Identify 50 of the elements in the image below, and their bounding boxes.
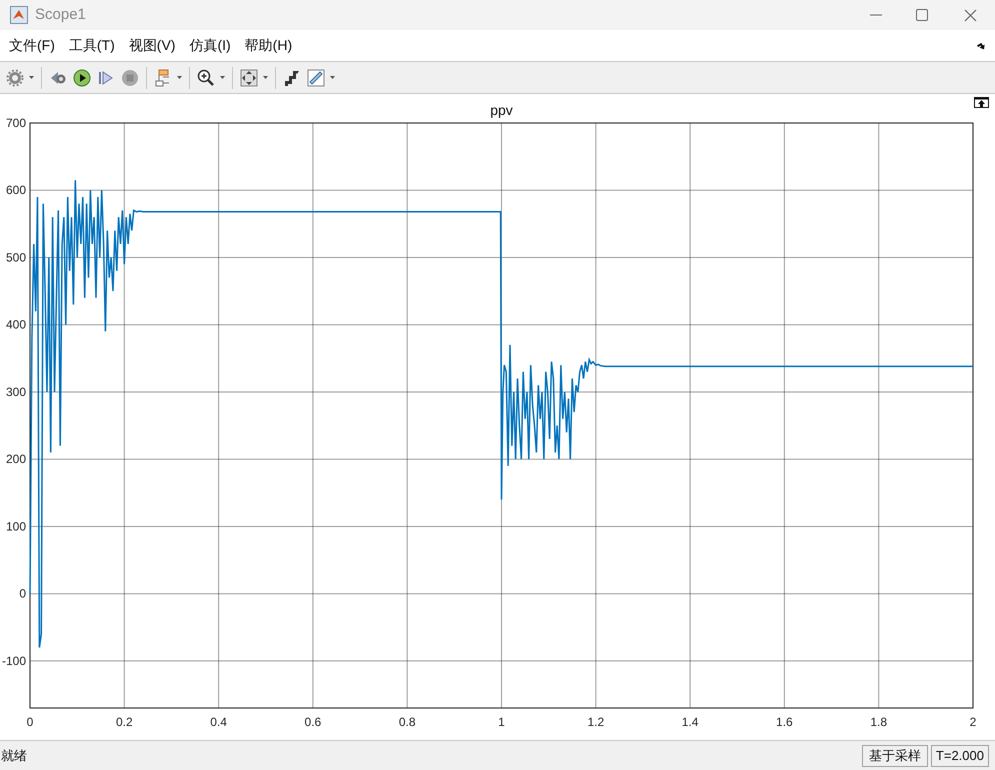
menu-item[interactable]: 仿真(I) [182, 35, 238, 56]
zoom-in-icon [197, 68, 215, 86]
y-tick-label: 200 [6, 452, 26, 466]
ruler-icon [307, 68, 325, 86]
stairs-icon [283, 68, 301, 86]
app-logo-icon [10, 6, 28, 24]
y-tick-label: 300 [6, 384, 26, 399]
menu-item[interactable]: 文件(F) [2, 35, 62, 56]
caret-icon [177, 76, 182, 79]
y-tick-label: 0 [19, 586, 26, 601]
x-tick-label: 1.2 [587, 715, 604, 729]
window-title: Scope1 [35, 4, 86, 25]
y-tick-label: 100 [6, 519, 26, 534]
x-tick-label: 1.6 [776, 715, 793, 729]
menu-item[interactable]: 帮助(H) [238, 35, 300, 56]
x-tick-label: 1.4 [682, 715, 698, 729]
y-tick-label: 400 [6, 318, 26, 332]
y-tick-label: -100 [2, 654, 26, 668]
x-tick-label: 0.6 [304, 715, 322, 729]
caret-icon [263, 76, 268, 79]
x-tick-label: 0.4 [210, 715, 227, 729]
status-time-field: T=2.000 [930, 744, 989, 766]
plot-title: ppv [490, 102, 513, 118]
restore-plot-icon[interactable] [974, 97, 989, 108]
caret-icon [330, 76, 335, 79]
caret-icon [220, 76, 225, 79]
status-mode-field: 基于采样 [862, 744, 928, 766]
gear-icon [6, 68, 24, 86]
stop-icon [121, 68, 139, 86]
menu-item[interactable]: 视图(V) [122, 35, 182, 56]
maximize-icon [916, 9, 928, 21]
x-tick-label: 0 [26, 715, 34, 729]
signal-blocks-icon [154, 68, 172, 86]
fit-arrows-icon [240, 68, 258, 86]
minimize-icon [870, 14, 882, 16]
close-icon [964, 8, 976, 22]
x-tick-label: 1.8 [870, 715, 888, 729]
status-message: 就绪 [1, 746, 27, 765]
y-tick-label: 700 [6, 116, 26, 130]
y-tick-label: 500 [6, 250, 26, 264]
undock-icon[interactable] [977, 40, 987, 50]
x-tick-label: 1 [498, 715, 505, 729]
play-icon [73, 68, 91, 86]
x-tick-label: 0.8 [398, 715, 416, 729]
y-tick-label: 600 [6, 183, 26, 198]
step-forward-icon [97, 68, 115, 86]
menu-item[interactable]: 工具(T) [62, 35, 122, 56]
x-tick-label: 2 [970, 715, 976, 729]
x-tick-label: 0.2 [116, 715, 133, 729]
caret-icon [29, 76, 34, 79]
